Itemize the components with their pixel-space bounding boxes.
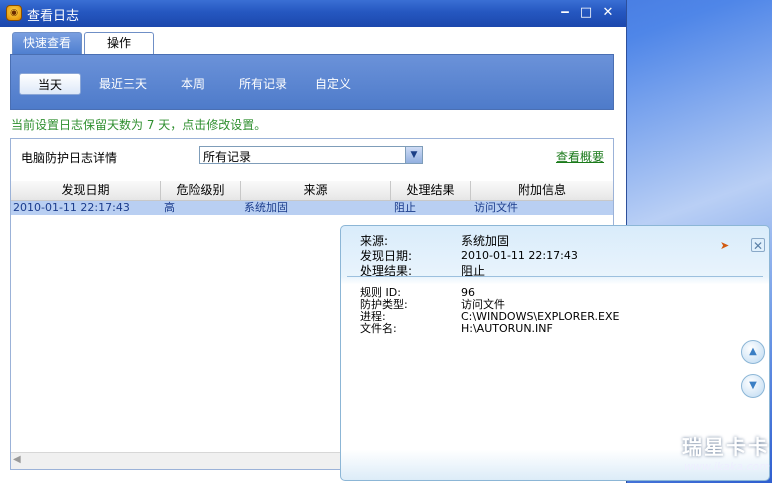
- column-header-severity[interactable]: 危险级别: [161, 181, 241, 200]
- app-logo-icon: ◉: [6, 5, 22, 21]
- time-filter-bar: 当天 最近三天 本周 所有记录 自定义: [10, 54, 614, 110]
- scroll-up-icon[interactable]: ▲: [741, 340, 765, 364]
- pin-icon[interactable]: ➤: [720, 239, 734, 252]
- column-header-extra-info[interactable]: 附加信息: [471, 181, 613, 200]
- popup-date-label: 发现日期:: [360, 249, 413, 263]
- close-icon[interactable]: ✕: [600, 6, 616, 20]
- cell-date: 2010-01-11 22:17:43: [13, 201, 130, 214]
- filter-custom-button[interactable]: 自定义: [311, 73, 355, 95]
- retention-notice-link[interactable]: 当前设置日志保留天数为 7 天，点击修改设置。: [11, 116, 266, 133]
- popup-divider: [347, 276, 763, 277]
- popup-filename-value: H:\AUTORUN.INF: [461, 322, 553, 335]
- column-header-result[interactable]: 处理结果: [391, 181, 471, 200]
- column-header-source[interactable]: 来源: [241, 181, 391, 200]
- column-header-date[interactable]: 发现日期: [11, 181, 161, 200]
- scroll-down-icon[interactable]: ▼: [741, 374, 765, 398]
- table-row[interactable]: 2010-01-11 22:17:43 高 系统加固 阻止 访问文件: [11, 201, 613, 215]
- tab-quick-view[interactable]: 快速查看: [12, 32, 82, 54]
- chevron-down-icon[interactable]: ▼: [405, 147, 422, 163]
- view-summary-link[interactable]: 查看概要: [556, 148, 604, 165]
- record-type-select[interactable]: 所有记录 ▼: [199, 146, 423, 164]
- tab-strip: 快速查看 操作: [0, 27, 626, 55]
- maximize-icon[interactable]: □: [578, 6, 594, 20]
- cell-source: 系统加固: [244, 201, 288, 214]
- ikaka-watermark: 瑞星卡卡 www.ikaka.com: [640, 431, 770, 479]
- horizontal-scrollbar[interactable]: ◀: [11, 452, 341, 469]
- popup-filename-label: 文件名:: [360, 322, 397, 335]
- filter-last-3-days-button[interactable]: 最近三天: [93, 73, 153, 95]
- filter-this-week-button[interactable]: 本周: [171, 73, 215, 95]
- scroll-left-icon[interactable]: ◀: [13, 454, 21, 465]
- watermark-url: www.ikaka.com: [683, 460, 770, 473]
- table-header: 发现日期 危险级别 来源 处理结果 附加信息: [11, 181, 613, 201]
- popup-source-label: 来源:: [360, 234, 389, 248]
- cell-severity: 高: [164, 201, 175, 214]
- cell-extra-info: 访问文件: [474, 201, 518, 214]
- title-bar[interactable]: ◉ 查看日志 ‒ □ ✕: [0, 0, 626, 27]
- popup-date-value: 2010-01-11 22:17:43: [461, 249, 578, 262]
- tab-operations[interactable]: 操作: [84, 32, 154, 54]
- filter-all-records-button[interactable]: 所有记录: [233, 73, 293, 95]
- record-type-value: 所有记录: [203, 150, 252, 164]
- cell-result: 阻止: [394, 201, 416, 214]
- minimize-icon[interactable]: ‒: [557, 6, 573, 20]
- panel-label: 电脑防护日志详情: [21, 151, 118, 165]
- watermark-brand: 瑞星卡卡: [682, 435, 770, 459]
- popup-source-value: 系统加固: [461, 234, 510, 248]
- close-icon[interactable]: ✕: [751, 238, 765, 253]
- filter-today-button[interactable]: 当天: [19, 73, 81, 95]
- window-title: 查看日志: [27, 9, 80, 24]
